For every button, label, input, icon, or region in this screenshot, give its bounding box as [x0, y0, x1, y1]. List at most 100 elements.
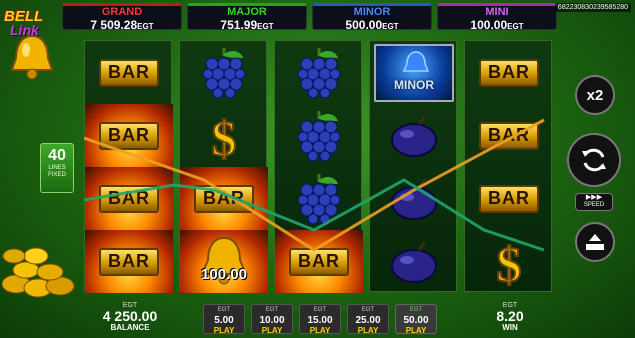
jackpot-major: MAJOR 751.99EGT — [187, 3, 307, 32]
jackpot-grand-value: 7 509.28 — [90, 18, 138, 32]
symbol-bar-winning: BAR — [275, 230, 363, 293]
jackpot-grand-currency: EGT — [137, 22, 154, 31]
lines-fixed-label: FIXED — [48, 172, 66, 178]
bet-selector: EGT 5.00 PLAY EGT 10.00 PLAY EGT 15.00 P… — [203, 304, 437, 335]
symbol-grapes — [275, 41, 363, 104]
bar-icon: BAR — [99, 121, 159, 150]
jackpot-grand-name: GRAND — [101, 6, 143, 18]
symbol-plum — [370, 167, 458, 230]
jackpot-minor: MINOR 500.00EGT — [312, 3, 432, 32]
reel-2: $ BAR 100.00 — [179, 40, 268, 293]
symbol-plum — [370, 230, 458, 293]
bet-button-15[interactable]: EGT 15.00 PLAY — [299, 304, 341, 335]
plum-icon — [391, 114, 437, 157]
bet-currency: EGT — [265, 307, 279, 313]
speed-arrows-icon: ▶▶▶ — [585, 194, 603, 201]
jackpot-grand: GRAND 7 509.28EGT — [62, 3, 182, 32]
spin-arrows-icon — [582, 148, 606, 172]
symbol-dollar: $ — [465, 230, 553, 293]
symbol-bar: BAR — [85, 41, 173, 104]
jackpot-mini-value: 100.00 — [470, 18, 508, 32]
bet-play-label: PLAY — [213, 326, 235, 335]
jackpot-minor-value: 500.00 — [345, 18, 383, 32]
bet-button-50-selected[interactable]: EGT 50.00 PLAY — [395, 304, 437, 335]
bet-value: 5.00 — [214, 315, 234, 326]
bet-play-label: PLAY — [309, 326, 331, 335]
jackpot-mini: MINI 100.00EGT — [437, 3, 557, 32]
symbol-dollar: $ — [180, 104, 268, 167]
svg-text:$: $ — [497, 236, 522, 289]
minor-symbol-label: MINOR — [394, 77, 434, 92]
speed-label: SPEED — [583, 202, 605, 208]
jackpot-major-currency: EGT — [257, 22, 274, 31]
bet-value: 25.00 — [355, 315, 381, 326]
reel-4: MINOR — [369, 40, 457, 292]
balance-display: EGT 4 250.00 BALANCE — [90, 302, 170, 332]
jackpot-bar: GRAND 7 509.28EGT MAJOR 751.99EGT MINOR … — [62, 3, 557, 32]
game-round-id: 682230830239585280 — [554, 3, 631, 12]
bet-currency: EGT — [217, 307, 231, 313]
grapes-icon — [297, 47, 341, 98]
bet-currency: EGT — [361, 307, 375, 313]
bar-icon: BAR — [99, 58, 159, 87]
symbol-bar: BAR — [465, 104, 553, 167]
bet-currency: EGT — [313, 307, 327, 313]
reel-3: BAR — [274, 40, 363, 293]
balance-value: 4 250.00 — [102, 308, 158, 324]
symbol-bar: BAR — [465, 167, 553, 230]
jackpot-major-name: MAJOR — [227, 6, 267, 18]
symbol-bar-winning: BAR — [85, 167, 173, 230]
symbol-bell-prize: 100.00 — [180, 230, 268, 293]
symbol-bar-winning: BAR — [180, 167, 268, 230]
svg-text:$: $ — [212, 110, 237, 163]
grapes-icon — [202, 47, 246, 98]
bell-prize-value: 100.00 — [201, 266, 247, 283]
bet-button-25[interactable]: EGT 25.00 PLAY — [347, 304, 389, 335]
reel-5: BAR BAR BAR $ — [464, 40, 552, 292]
autoplay-button[interactable] — [575, 222, 615, 262]
jackpot-mini-name: MINI — [485, 6, 509, 18]
reel-1: BAR BAR BAR BAR — [84, 40, 173, 293]
spin-button[interactable] — [567, 133, 621, 187]
game-logo: BELL Link — [2, 2, 62, 82]
bet-button-5[interactable]: EGT 5.00 PLAY — [203, 304, 245, 335]
symbol-grapes — [180, 41, 268, 104]
symbol-bar: BAR — [465, 41, 553, 104]
lines-count: 40 — [48, 147, 66, 164]
plum-icon — [391, 177, 437, 220]
symbol-grapes — [275, 167, 363, 230]
bet-play-label: PLAY — [261, 326, 283, 335]
minor-jackpot-symbol: MINOR — [374, 43, 454, 102]
bell-icon — [402, 50, 430, 72]
bet-button-10[interactable]: EGT 10.00 PLAY — [251, 304, 293, 335]
jackpot-major-value: 751.99 — [220, 18, 258, 32]
grapes-icon — [297, 110, 341, 161]
bar-icon: BAR — [99, 184, 159, 213]
bar-icon: BAR — [289, 247, 349, 276]
balance-label: BALANCE — [110, 323, 150, 332]
dollar-sign-icon: $ — [211, 109, 238, 163]
speed-button[interactable]: ▶▶▶ SPEED — [575, 193, 613, 211]
win-label: WIN — [502, 323, 518, 332]
bottom-bar: EGT 4 250.00 BALANCE EGT 5.00 PLAY EGT 1… — [0, 296, 635, 338]
grapes-icon — [297, 173, 341, 224]
bar-icon: BAR — [479, 58, 539, 87]
symbol-grapes — [275, 104, 363, 167]
reel-area: BAR BAR BAR BAR $ BAR 100.00 BAR MINOR B… — [84, 40, 552, 293]
bet-value: 50.00 — [403, 315, 429, 326]
multiplier-button[interactable]: x2 — [575, 75, 615, 115]
symbol-plum — [370, 104, 458, 167]
symbol-bar-winning: BAR — [85, 230, 173, 293]
jackpot-minor-name: MINOR — [353, 6, 391, 18]
gold-coins-icon — [1, 247, 75, 298]
lines-label: LINES — [48, 165, 66, 171]
jackpot-minor-currency: EGT — [382, 22, 399, 31]
bar-icon: BAR — [479, 121, 539, 150]
win-display: EGT 8.20 WIN — [485, 302, 535, 332]
bet-value: 15.00 — [307, 315, 333, 326]
symbol-bar-winning: BAR — [85, 104, 173, 167]
plum-icon — [391, 240, 437, 283]
bell-icon — [10, 34, 54, 80]
autoplay-icon — [586, 234, 604, 250]
symbol-minor-bell: MINOR — [370, 41, 458, 104]
